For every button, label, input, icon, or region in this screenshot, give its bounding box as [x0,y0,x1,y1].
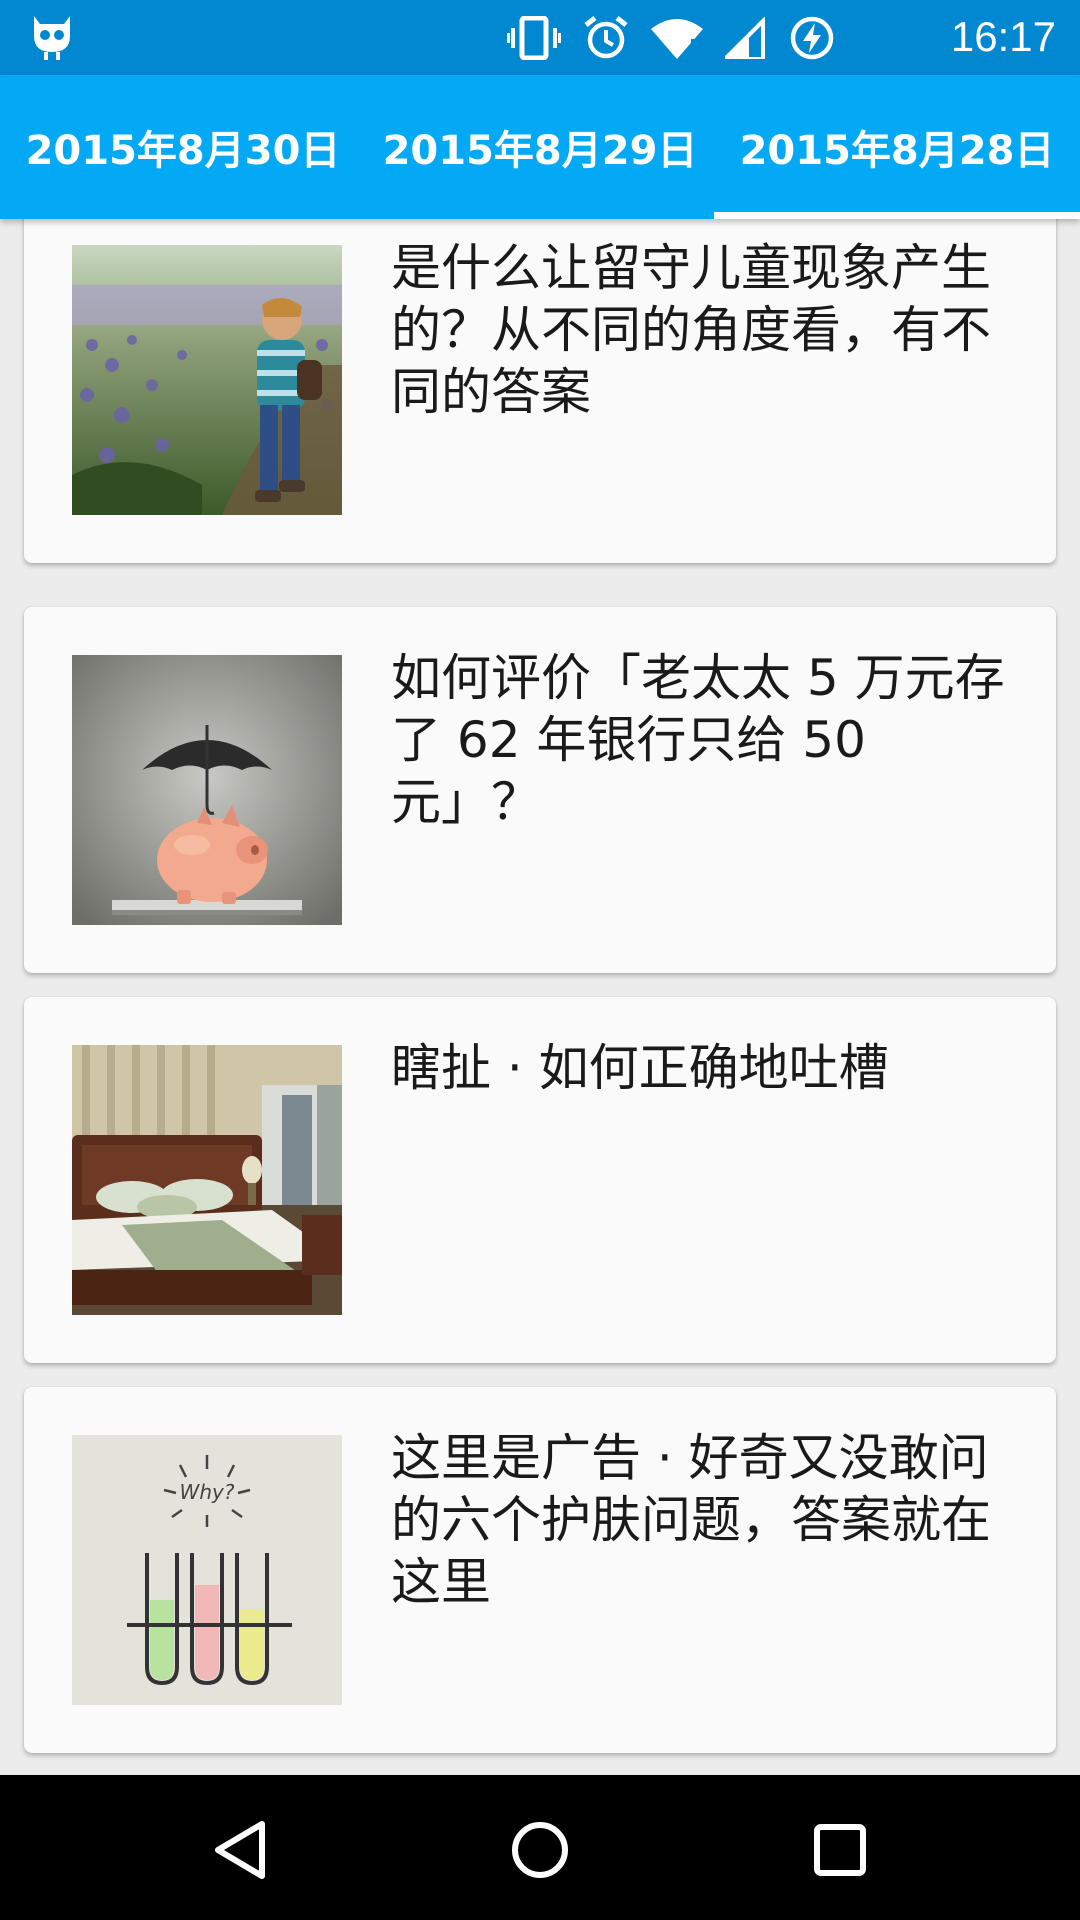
back-button[interactable] [190,1800,290,1900]
child-in-flowers-image [72,245,342,515]
story-thumbnail: Why? [72,1435,342,1705]
story-thumbnail [72,1045,342,1315]
story-card[interactable]: Why? 这里是广告 · 好奇又没敢问的六个护肤问题，答案就在这里 [24,1387,1056,1753]
story-title: 是什么让留守儿童现象产生的？从不同的角度看，有不同的答案 [391,239,991,421]
story-card[interactable]: 瞎扯 · 如何正确地吐槽 [24,997,1056,1363]
battery-charging-icon [790,16,834,60]
tab-2015-08-29[interactable]: 2015年8月29日 [357,75,723,219]
status-bar: 16:17 [0,0,1080,75]
system-icons [507,14,835,62]
story-thumbnail [72,245,342,515]
signal-icon [725,17,765,59]
selected-tab-indicator [714,212,1080,219]
piggy-bank-umbrella-image [72,655,342,925]
home-icon [512,1822,568,1878]
tab-2015-08-30[interactable]: 2015年8月30日 [0,75,366,219]
story-title: 瞎扯 · 如何正确地吐槽 [391,1039,889,1097]
recents-button[interactable] [790,1800,890,1900]
svg-text:Why?: Why? [180,1480,235,1504]
story-thumbnail [72,655,342,925]
recents-icon [814,1824,866,1876]
test-tubes-why-image: Why? [72,1435,342,1705]
date-tab-bar: 2015年8月30日 2015年8月29日 2015年8月28日 [0,75,1080,219]
story-card[interactable]: 如何评价「老太太 5 万元存了 62 年银行只给 50 元」？ [24,607,1056,973]
story-list[interactable]: 是什么让留守儿童现象产生的？从不同的角度看，有不同的答案 如何评价「老太太 5 … [0,219,1080,1775]
alarm-icon [584,16,628,59]
vibrate-icon [507,16,561,60]
home-button[interactable] [490,1800,590,1900]
story-title: 如何评价「老太太 5 万元存了 62 年银行只给 50 元」？ [391,649,1005,831]
status-clock: 16:17 [950,13,1056,60]
app-robot-icon [34,16,70,60]
bedroom-image [72,1045,342,1315]
wifi-icon [651,19,703,59]
story-title: 这里是广告 · 好奇又没敢问的六个护肤问题，答案就在这里 [391,1429,991,1611]
back-icon [215,1821,265,1879]
story-card[interactable]: 是什么让留守儿童现象产生的？从不同的角度看，有不同的答案 [24,219,1056,563]
system-navigation-bar [0,1775,1080,1920]
tab-2015-08-28[interactable]: 2015年8月28日 [714,75,1080,219]
